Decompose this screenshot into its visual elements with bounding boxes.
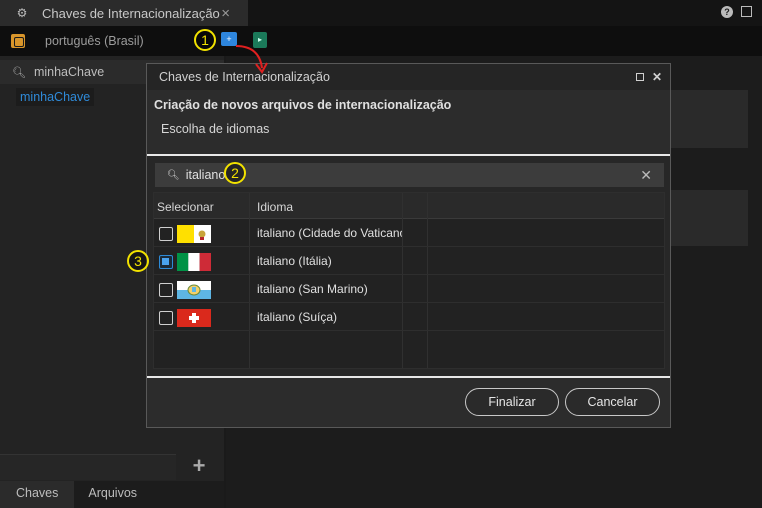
i18n-icon: ⚙	[16, 6, 28, 20]
dialog-subtitle: Criação de novos arquivos de internacion…	[154, 98, 452, 112]
annotation-marker-1: 1	[194, 29, 216, 51]
maximize-icon[interactable]	[635, 73, 644, 81]
add-key-button[interactable]: +	[186, 455, 212, 479]
table-row[interactable]: italiano (Suíça)	[154, 303, 664, 331]
table-row[interactable]: italiano (Itália)	[154, 247, 664, 275]
window-icons: ?	[721, 6, 752, 18]
cancel-button[interactable]: Cancelar	[565, 388, 660, 416]
row-checkbox[interactable]	[159, 255, 173, 269]
row-checkbox[interactable]	[159, 227, 173, 241]
switzerland-flag-icon	[177, 309, 211, 327]
clear-search-icon[interactable]: ✕	[640, 167, 652, 184]
language-grid: Selecionar Idioma italiano (Cidade do Va…	[153, 192, 665, 369]
i18n-dialog: Chaves de Internacionalização ✕ Criação …	[146, 63, 671, 428]
finish-button[interactable]: Finalizar	[465, 388, 559, 416]
annotation-marker-3: 3	[127, 250, 149, 272]
annotation-arrow	[235, 45, 268, 74]
grid-header: Selecionar Idioma	[154, 193, 664, 219]
document-tab[interactable]: ⚙ Chaves de Internacionalização ×	[0, 0, 248, 26]
row-checkbox[interactable]	[159, 283, 173, 297]
table-row[interactable]: italiano (Cidade do Vaticano)	[154, 219, 664, 247]
tab-close-icon[interactable]: ×	[221, 5, 230, 22]
san-marino-flag-icon	[177, 281, 211, 299]
dialog-step: Escolha de idiomas	[161, 122, 270, 136]
tab-chaves[interactable]: Chaves	[0, 481, 75, 508]
dialog-body: 🔍︎ ✕ Selecionar Idioma italiano (Cidad	[147, 156, 670, 376]
language-name: italiano (Itália)	[257, 254, 332, 268]
column-select: Selecionar	[157, 200, 214, 214]
tab-title: Chaves de Internacionalização	[42, 5, 220, 21]
language-search-input[interactable]	[185, 168, 626, 182]
dialog-footer: Finalizar Cancelar	[147, 378, 670, 427]
help-icon[interactable]: ?	[721, 6, 733, 18]
language-name: italiano (Suíça)	[257, 310, 338, 324]
table-row[interactable]: italiano (San Marino)	[154, 275, 664, 303]
bottom-tabs: Chaves Arquivos	[0, 481, 224, 508]
language-name: italiano (San Marino)	[257, 282, 368, 296]
key-list-item[interactable]: minhaChave	[16, 88, 95, 106]
row-checkbox[interactable]	[159, 311, 173, 325]
search-icon: 🔍︎	[12, 66, 26, 79]
column-language: Idioma	[257, 200, 294, 214]
popout-icon[interactable]	[741, 6, 752, 17]
new-key-input[interactable]	[0, 454, 176, 480]
right-panel-section	[670, 90, 748, 148]
close-icon[interactable]: ✕	[652, 70, 662, 84]
right-panel-section	[670, 190, 748, 246]
language-name: italiano (Cidade do Vaticano)	[257, 226, 402, 240]
dialog-titlebar: Chaves de Internacionalização ✕	[147, 64, 670, 90]
italy-flag-icon	[177, 253, 211, 271]
vatican-flag-icon	[177, 225, 211, 243]
tab-arquivos[interactable]: Arquivos	[74, 481, 151, 508]
language-icon	[11, 34, 25, 48]
annotation-marker-2: 2	[224, 162, 246, 184]
dialog-header: Criação de novos arquivos de internacion…	[147, 90, 670, 154]
search-icon: 🔍︎	[167, 169, 180, 181]
language-label: português (Brasil)	[45, 34, 144, 48]
key-search-value: minhaChave	[33, 65, 105, 79]
language-selector[interactable]: português (Brasil)	[0, 26, 224, 56]
